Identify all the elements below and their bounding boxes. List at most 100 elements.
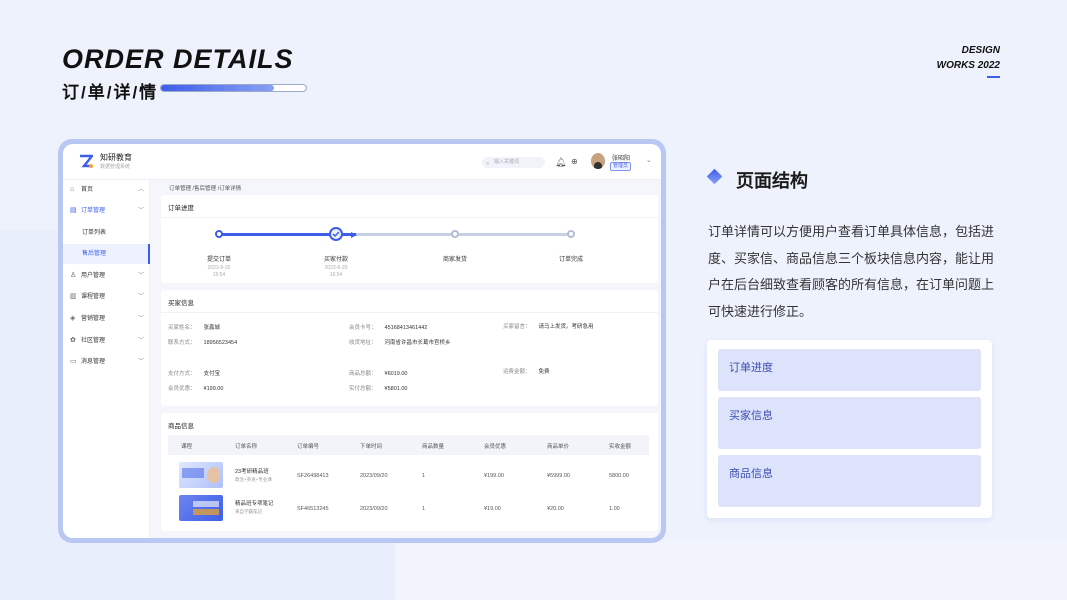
table-cell: 23考研精品班: [235, 469, 269, 475]
step-current-dot: [329, 227, 343, 241]
step-label: 提交订单: [206, 257, 231, 263]
paid-total: 实付总额： ¥5801.00: [349, 384, 407, 392]
field-value: ¥6019.00: [384, 371, 408, 377]
sidebar-item-order-list[interactable]: 订单列表: [63, 223, 150, 243]
goods-card: 商品信息 课程 订单名称 订单编号 下单时间 商品数量 会员优惠 商品单价 实收…: [161, 413, 658, 531]
sidebar-item-users[interactable]: ♙ 用户管理 ﹀: [63, 266, 150, 286]
table-cell-sub: 来自学霸笔记: [235, 509, 262, 514]
field-value: ¥5801.00: [384, 386, 408, 392]
brand-name: 知研教育: [100, 153, 132, 162]
table-cell: ¥19.00: [484, 506, 501, 512]
step-label: 商家发货: [442, 257, 467, 263]
settings-icon[interactable]: ⊕: [571, 157, 578, 167]
sidebar-item-courses[interactable]: ▥ 课程管理 ﹀: [63, 287, 150, 307]
sidebar-item-label: 课程管理: [81, 294, 106, 300]
card-title: 订单进度: [168, 205, 194, 212]
sidebar-item-label: 社区管理: [81, 338, 106, 344]
background-shape: [395, 540, 1067, 600]
table-cell: 2023/09/20: [360, 506, 388, 512]
avatar[interactable]: [591, 153, 605, 169]
course-thumbnail: [179, 462, 223, 488]
design-works-label: DESIGN WORKS 2022: [937, 43, 1000, 78]
sidebar-item-label: 用户管理: [81, 273, 106, 279]
step-date: 2023-9-20: [207, 265, 231, 271]
buyer-phone: 联系方式： 18956523454: [168, 338, 237, 346]
search-input[interactable]: ⌕ 输入关键词: [482, 157, 545, 168]
search-icon: ⌕: [486, 161, 490, 167]
step-date: 2023-9-20: [324, 265, 348, 271]
card-title: 买家信息: [168, 300, 194, 307]
member-discount: 会员优惠： ¥199.00: [168, 384, 223, 392]
user-icon: ♙: [70, 272, 77, 279]
column-header: 商品数量: [422, 444, 445, 450]
table-cell: 2023/09/20: [360, 473, 388, 479]
sidebar-item-label: 首页: [81, 187, 94, 193]
course-thumbnail: [179, 495, 223, 521]
field-key: 运费金额：: [503, 369, 531, 375]
field-key: 买家留言：: [503, 324, 531, 330]
design-line-1: DESIGN: [961, 45, 1000, 56]
field-key: 联系方式：: [168, 340, 196, 346]
chevron-down-icon[interactable]: ⌄: [646, 156, 652, 164]
page-subtitle: 订/单/详/情: [62, 83, 159, 102]
field-key: 买家姓名：: [168, 325, 196, 331]
step-clock: 16:54: [329, 272, 343, 278]
bell-icon[interactable]: 🔔︎: [555, 157, 566, 167]
table-cell: 1.00: [609, 506, 620, 512]
table-cell: SF26498413: [297, 473, 329, 479]
field-key: 收货地址：: [349, 340, 377, 346]
structure-panel: 订单进度 买家信息 商品信息: [707, 340, 992, 518]
table-cell: ¥5999.00: [547, 473, 570, 479]
field-value: 河南省许昌市长葛市官桥乡: [384, 340, 451, 346]
table-cell: 5800.00: [609, 473, 629, 479]
check-icon: [332, 231, 340, 238]
table-cell: ¥20.00: [547, 506, 564, 512]
table-cell: SF46513245: [297, 506, 329, 512]
column-header: 订单名称: [235, 444, 258, 450]
top-bar: 知研教育 数据管理系统 ⌕ 输入关键词 🔔︎ ⊕ 张昭阳 管理员 ⌄: [63, 144, 661, 180]
column-header: 商品单价: [547, 444, 570, 450]
step-time: 2023-9-20 15:54: [179, 265, 259, 279]
field-value: 免费: [538, 369, 550, 375]
sidebar-item-aftersales[interactable]: 售后管理: [63, 244, 150, 264]
chevron-down-icon: ﹀: [137, 208, 144, 214]
field-value: 请马上发货。考研急用: [538, 324, 594, 330]
title-progress-fill: [161, 85, 275, 91]
chevron-down-icon: ﹀: [137, 273, 144, 279]
step-label: 买家付款: [323, 257, 348, 263]
sidebar: ⌂ 首页 ︿ ▤ 订单管理 ﹀ 订单列表 售后管理 ♙ 用户管理 ﹀ ▥ 课程管理 ﹀ ◈ 营销管…: [63, 180, 150, 538]
sidebar-item-label: 售后管理: [82, 251, 107, 257]
field-key: 商品总额：: [349, 371, 377, 377]
shipping-address: 收货地址： 河南省许昌市长葛市官桥乡: [349, 338, 451, 346]
sidebar-item-label: 营销管理: [81, 316, 106, 322]
sidebar-item-label: 消息管理: [81, 359, 106, 365]
home-icon: ⌂: [70, 186, 75, 193]
chevron-down-icon: ﹀: [137, 359, 144, 365]
search-placeholder: 输入关键词: [494, 159, 520, 165]
order-icon: ▤: [70, 207, 77, 214]
member-card: 会员卡号： 45168413461442: [349, 323, 427, 331]
buyer-message: 买家留言： 请马上发货。考研急用: [503, 322, 594, 330]
sidebar-item-marketing[interactable]: ◈ 营销管理 ﹀: [63, 309, 150, 329]
column-header: 下单时间: [360, 444, 383, 450]
sidebar-item-orders[interactable]: ▤ 订单管理 ﹀: [63, 201, 150, 221]
sidebar-item-messages[interactable]: ▭ 消息管理 ﹀: [63, 352, 150, 372]
step-dot: [215, 230, 223, 238]
page-title: ORDER DETAILS: [62, 44, 294, 74]
step-dot: [451, 230, 459, 238]
message-icon: ▭: [70, 358, 77, 365]
field-value: 张鑫城: [203, 325, 221, 331]
community-icon: ✿: [70, 337, 76, 344]
brand-logo-icon: [80, 154, 93, 168]
chevron-up-icon: ︿: [137, 187, 144, 193]
column-header: 课程: [181, 444, 193, 450]
sidebar-item-community[interactable]: ✿ 社区管理 ﹀: [63, 331, 150, 351]
field-value: 支付宝: [203, 371, 221, 377]
field-value: 45168413461442: [384, 325, 428, 331]
chevron-down-icon: ﹀: [137, 338, 144, 344]
table-cell: 1: [422, 473, 426, 479]
sidebar-item-home[interactable]: ⌂ 首页 ︿: [63, 180, 150, 200]
structure-box-goods: 商品信息: [718, 455, 981, 507]
field-key: 实付总额：: [349, 386, 377, 392]
step-time: 2023-9-20 16:54: [296, 265, 376, 279]
